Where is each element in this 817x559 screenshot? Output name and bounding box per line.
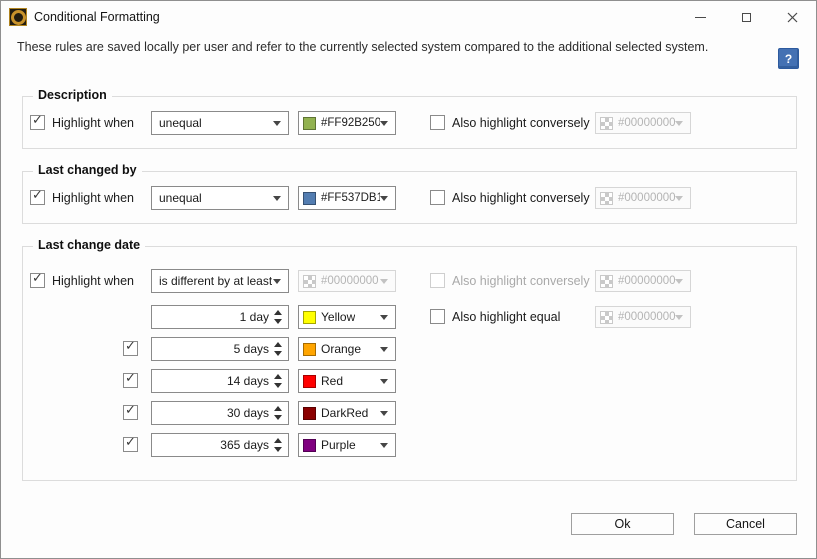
threshold-30-days-color-dropdown[interactable]: DarkRed xyxy=(298,401,396,425)
maximize-icon xyxy=(742,13,751,22)
transparent-color-swatch xyxy=(600,117,613,130)
minimize-button[interactable] xyxy=(678,2,723,32)
last-change-date-conversely-label: Also highlight conversely xyxy=(452,274,590,288)
spin-up-icon[interactable] xyxy=(274,310,282,315)
equal-color-dropdown: #00000000 xyxy=(595,306,691,328)
chevron-down-icon xyxy=(380,443,388,448)
also-highlight-equal-label: Also highlight equal xyxy=(452,310,560,324)
threshold-365-days-spinner[interactable]: 365 days xyxy=(151,433,289,457)
last-change-date-condition-dropdown[interactable]: is different by at least xyxy=(151,269,289,293)
minimize-icon xyxy=(695,17,706,18)
chevron-down-icon xyxy=(380,347,388,352)
color-swatch xyxy=(303,343,316,356)
color-swatch xyxy=(303,311,316,324)
spin-down-icon[interactable] xyxy=(274,447,282,452)
chevron-down-icon xyxy=(675,196,683,201)
ok-button[interactable]: Ok xyxy=(571,513,674,535)
color-swatch xyxy=(303,375,316,388)
last-change-date-condition-color-dropdown: #00000000 xyxy=(298,270,396,292)
spin-down-icon[interactable] xyxy=(274,351,282,356)
last-changed-by-condition-dropdown[interactable]: unequal xyxy=(151,186,289,210)
threshold-365-days-color-dropdown[interactable]: Purple xyxy=(298,433,396,457)
threshold-5-days-checkbox[interactable] xyxy=(123,341,138,356)
last-changed-by-conversely-checkbox[interactable] xyxy=(430,190,445,205)
chevron-down-icon xyxy=(675,121,683,126)
maximize-button[interactable] xyxy=(724,2,769,32)
group-last-change-date-title: Last change date xyxy=(33,238,145,252)
color-swatch xyxy=(303,407,316,420)
chevron-down-icon xyxy=(380,196,388,201)
intro-text: These rules are saved locally per user a… xyxy=(17,40,717,54)
color-swatch xyxy=(303,439,316,452)
transparent-color-swatch xyxy=(600,311,613,324)
close-icon xyxy=(787,12,798,23)
last-changed-by-highlight-label: Highlight when xyxy=(52,191,134,205)
also-highlight-equal-checkbox[interactable] xyxy=(430,309,445,324)
window-title: Conditional Formatting xyxy=(34,10,160,24)
threshold-14-days-color-dropdown[interactable]: Red xyxy=(298,369,396,393)
description-highlight-checkbox[interactable] xyxy=(30,115,45,130)
chevron-down-icon xyxy=(675,315,683,320)
conditional-formatting-dialog: Conditional Formatting These rules are s… xyxy=(0,0,817,559)
threshold-14-days-checkbox[interactable] xyxy=(123,373,138,388)
description-conversely-color-dropdown: #00000000 xyxy=(595,112,691,134)
transparent-color-swatch xyxy=(600,275,613,288)
threshold-365-days-checkbox[interactable] xyxy=(123,437,138,452)
last-change-date-conversely-color-dropdown: #00000000 xyxy=(595,270,691,292)
spin-up-icon[interactable] xyxy=(274,406,282,411)
description-condition-dropdown[interactable]: unequal xyxy=(151,111,289,135)
description-conversely-checkbox[interactable] xyxy=(430,115,445,130)
threshold-1-day-spinner[interactable]: 1 day xyxy=(151,305,289,329)
help-button[interactable]: ? xyxy=(778,48,799,69)
threshold-5-days-color-dropdown[interactable]: Orange xyxy=(298,337,396,361)
app-icon xyxy=(9,8,27,26)
description-highlight-label: Highlight when xyxy=(52,116,134,130)
last-change-date-highlight-label: Highlight when xyxy=(52,274,134,288)
color-swatch xyxy=(303,192,316,205)
threshold-14-days-spinner[interactable]: 14 days xyxy=(151,369,289,393)
threshold-5-days-spinner[interactable]: 5 days xyxy=(151,337,289,361)
cancel-button[interactable]: Cancel xyxy=(694,513,797,535)
last-changed-by-conversely-label: Also highlight conversely xyxy=(452,191,590,205)
chevron-down-icon xyxy=(380,411,388,416)
group-last-changed-by-title: Last changed by xyxy=(33,163,142,177)
last-change-date-conversely-checkbox xyxy=(430,273,445,288)
app-logo-ring-icon xyxy=(11,10,26,25)
spin-up-icon[interactable] xyxy=(274,438,282,443)
chevron-down-icon xyxy=(380,379,388,384)
chevron-down-icon xyxy=(273,196,281,201)
chevron-down-icon xyxy=(380,121,388,126)
threshold-30-days-checkbox[interactable] xyxy=(123,405,138,420)
spin-up-icon[interactable] xyxy=(274,342,282,347)
chevron-down-icon xyxy=(380,279,388,284)
chevron-down-icon xyxy=(380,315,388,320)
spin-down-icon[interactable] xyxy=(274,383,282,388)
transparent-color-swatch xyxy=(303,275,316,288)
last-changed-by-color-dropdown[interactable]: #FF537DB1 xyxy=(298,186,396,210)
chevron-down-icon xyxy=(273,279,281,284)
transparent-color-swatch xyxy=(600,192,613,205)
spin-up-icon[interactable] xyxy=(274,374,282,379)
question-mark-icon: ? xyxy=(785,52,792,66)
chevron-down-icon xyxy=(675,279,683,284)
threshold-1-day-color-dropdown[interactable]: Yellow xyxy=(298,305,396,329)
last-changed-by-conversely-color-dropdown: #00000000 xyxy=(595,187,691,209)
description-conversely-label: Also highlight conversely xyxy=(452,116,590,130)
group-description-title: Description xyxy=(33,88,112,102)
threshold-30-days-spinner[interactable]: 30 days xyxy=(151,401,289,425)
last-changed-by-highlight-checkbox[interactable] xyxy=(30,190,45,205)
chevron-down-icon xyxy=(273,121,281,126)
color-swatch xyxy=(303,117,316,130)
spin-down-icon[interactable] xyxy=(274,415,282,420)
spin-down-icon[interactable] xyxy=(274,319,282,324)
close-button[interactable] xyxy=(770,2,815,32)
description-color-dropdown[interactable]: #FF92B250 xyxy=(298,111,396,135)
last-change-date-highlight-checkbox[interactable] xyxy=(30,273,45,288)
